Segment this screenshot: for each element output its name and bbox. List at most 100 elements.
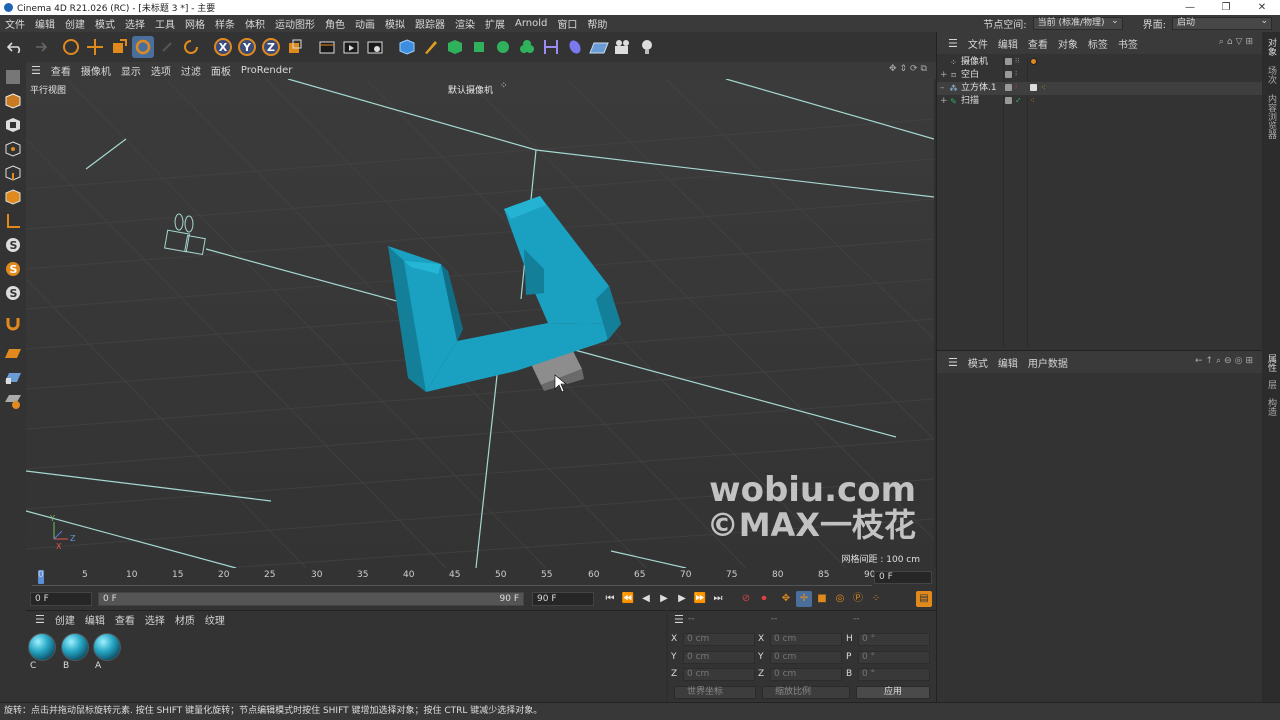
undo-icon[interactable] [4, 36, 26, 58]
rot-b-field[interactable]: 0 ° [858, 667, 930, 681]
menu-tools[interactable]: 工具 [150, 16, 180, 31]
viewport-menu-filter[interactable]: 过滤 [176, 63, 206, 78]
expand-icon[interactable]: + [940, 69, 948, 82]
scale-mode-dropdown[interactable]: 缩放比例 [762, 686, 850, 699]
object-menu-objects[interactable]: 对象 [1053, 36, 1083, 51]
material-swatch[interactable]: C [28, 633, 58, 673]
expand-icon[interactable]: – [940, 82, 945, 95]
timeline[interactable]: 0 5 10 15 20 25 30 35 40 45 50 55 60 65 … [26, 568, 936, 588]
enabled-check-icon[interactable]: ✓ [1015, 97, 1022, 105]
menu-mograph[interactable]: 运动图形 [270, 16, 320, 31]
subdivision-icon[interactable] [444, 36, 466, 58]
viewport-menu-display[interactable]: 显示 [116, 63, 146, 78]
menu-select[interactable]: 选择 [120, 16, 150, 31]
key-pla-icon[interactable]: ⁘ [868, 591, 884, 607]
tab-layers[interactable]: 层 [1265, 380, 1278, 389]
rotate-dial-icon[interactable] [180, 36, 202, 58]
tab-takes[interactable]: 场次 [1265, 66, 1278, 84]
key-scale-icon[interactable]: ■ [814, 591, 830, 607]
viewport-menu-camera[interactable]: 摄像机 [76, 63, 116, 78]
menu-file[interactable]: 文件 [0, 16, 30, 31]
tab-objects[interactable]: 对象 [1265, 38, 1278, 56]
material-menu-texture[interactable]: 纹理 [200, 612, 230, 627]
redo-icon[interactable] [28, 36, 50, 58]
key-rotation-icon[interactable]: ◎ [832, 591, 848, 607]
mograph-icon[interactable] [516, 36, 538, 58]
protection-tag-icon[interactable] [1030, 58, 1037, 65]
polygon-mode-icon[interactable] [2, 186, 24, 208]
menu-simulate[interactable]: 模拟 [380, 16, 410, 31]
workplane-icon[interactable] [2, 342, 24, 364]
size-z-field[interactable]: 0 cm [770, 667, 842, 681]
menu-window[interactable]: 窗口 [552, 16, 582, 31]
material-menu-material[interactable]: 材质 [170, 612, 200, 627]
apply-button[interactable]: 应用 [856, 686, 930, 699]
attribute-menu-edit[interactable]: 编辑 [993, 355, 1023, 370]
menu-help[interactable]: 帮助 [582, 16, 612, 31]
pen-spline-icon[interactable] [420, 36, 442, 58]
menu-extensions[interactable]: 扩展 [480, 16, 510, 31]
coordinate-space-dropdown[interactable]: 世界坐标 [674, 686, 756, 699]
object-row-sweep[interactable]: + ✎ 扫描 ✓ ⁖ [937, 95, 1263, 108]
rot-p-field[interactable]: 0 ° [858, 650, 930, 664]
cube-primitive-icon[interactable] [396, 36, 418, 58]
tab-content-browser[interactable]: 内容浏览器 [1265, 94, 1278, 139]
menu-animate[interactable]: 动画 [350, 16, 380, 31]
recent-tool-icon[interactable] [156, 36, 178, 58]
object-menu-icon[interactable]: ☰ [943, 37, 963, 50]
visibility-toggle[interactable] [1005, 84, 1012, 91]
material-swatch[interactable]: B [61, 633, 91, 673]
material-menu-icon[interactable]: ☰ [30, 613, 50, 626]
object-menu-edit[interactable]: 编辑 [993, 36, 1023, 51]
object-menu-file[interactable]: 文件 [963, 36, 993, 51]
key-position-icon[interactable]: ✛ [796, 591, 812, 607]
object-row-cube[interactable]: – ⁂ 立方体.1 ⁝ ⁖ [937, 82, 1263, 95]
next-frame-icon[interactable]: ▶ [674, 591, 690, 607]
cloner-icon[interactable] [492, 36, 514, 58]
rotate-tool-icon[interactable] [132, 36, 154, 58]
object-menu-view[interactable]: 查看 [1023, 36, 1053, 51]
live-select-icon[interactable] [60, 36, 82, 58]
material-swatch[interactable]: A [93, 633, 123, 673]
expand-icon[interactable]: + [940, 95, 948, 108]
camera-icon[interactable] [612, 36, 634, 58]
viewport-menu-icon[interactable]: ☰ [26, 64, 46, 77]
texture-tag-icon[interactable] [1030, 84, 1037, 91]
render-dots-icon[interactable]: ⁝ [1015, 84, 1022, 91]
snap-settings-icon[interactable]: S [2, 258, 24, 280]
viewport-menu-panel[interactable]: 面板 [206, 63, 236, 78]
rot-h-field[interactable]: 0 ° [858, 632, 930, 646]
material-tag-icon[interactable]: ⁖ [1030, 97, 1037, 105]
timeline-window-icon[interactable]: ▤ [916, 591, 932, 607]
next-key-icon[interactable]: ⏩ [692, 591, 708, 607]
previous-frame-icon[interactable]: ◀ [638, 591, 654, 607]
viewport-menu-view[interactable]: 查看 [46, 63, 76, 78]
light-icon[interactable] [636, 36, 658, 58]
render-view-icon[interactable] [340, 36, 362, 58]
make-editable-icon[interactable] [2, 66, 24, 88]
material-tag-icon[interactable]: ⁖ [1041, 84, 1048, 92]
menu-create[interactable]: 创建 [60, 16, 90, 31]
move-tool-icon[interactable] [84, 36, 106, 58]
menu-render[interactable]: 渲染 [450, 16, 480, 31]
object-menu-tags[interactable]: 标签 [1083, 36, 1113, 51]
floor-icon[interactable] [588, 36, 610, 58]
node-space-dropdown[interactable]: 当前 (标准/物理) [1032, 16, 1123, 30]
edge-mode-icon[interactable] [2, 162, 24, 184]
render-region-icon[interactable] [316, 36, 338, 58]
coordinate-system-icon[interactable] [284, 36, 306, 58]
tab-construction[interactable]: 构造 [1265, 398, 1278, 416]
material-menu-edit[interactable]: 编辑 [80, 612, 110, 627]
visibility-toggle[interactable] [1005, 71, 1012, 78]
menu-tracker[interactable]: 跟踪器 [410, 16, 450, 31]
attribute-menu-mode[interactable]: 模式 [963, 355, 993, 370]
object-menu-bookmarks[interactable]: 书签 [1113, 36, 1143, 51]
record-icon[interactable]: ⊘ [738, 591, 754, 607]
object-manager-tools-icons[interactable]: ⌕⌂▽⊞ [1219, 37, 1256, 47]
material-menu-create[interactable]: 创建 [50, 612, 80, 627]
material-menu-select[interactable]: 选择 [140, 612, 170, 627]
auto-key-icon[interactable]: ⏺ [756, 591, 772, 607]
x-axis-lock-icon[interactable]: X [212, 36, 234, 58]
viewport-menu-prorender[interactable]: ProRender [236, 65, 297, 76]
object-row-camera[interactable]: ⁘ 摄像机 ⁝⁝ [937, 56, 1263, 69]
